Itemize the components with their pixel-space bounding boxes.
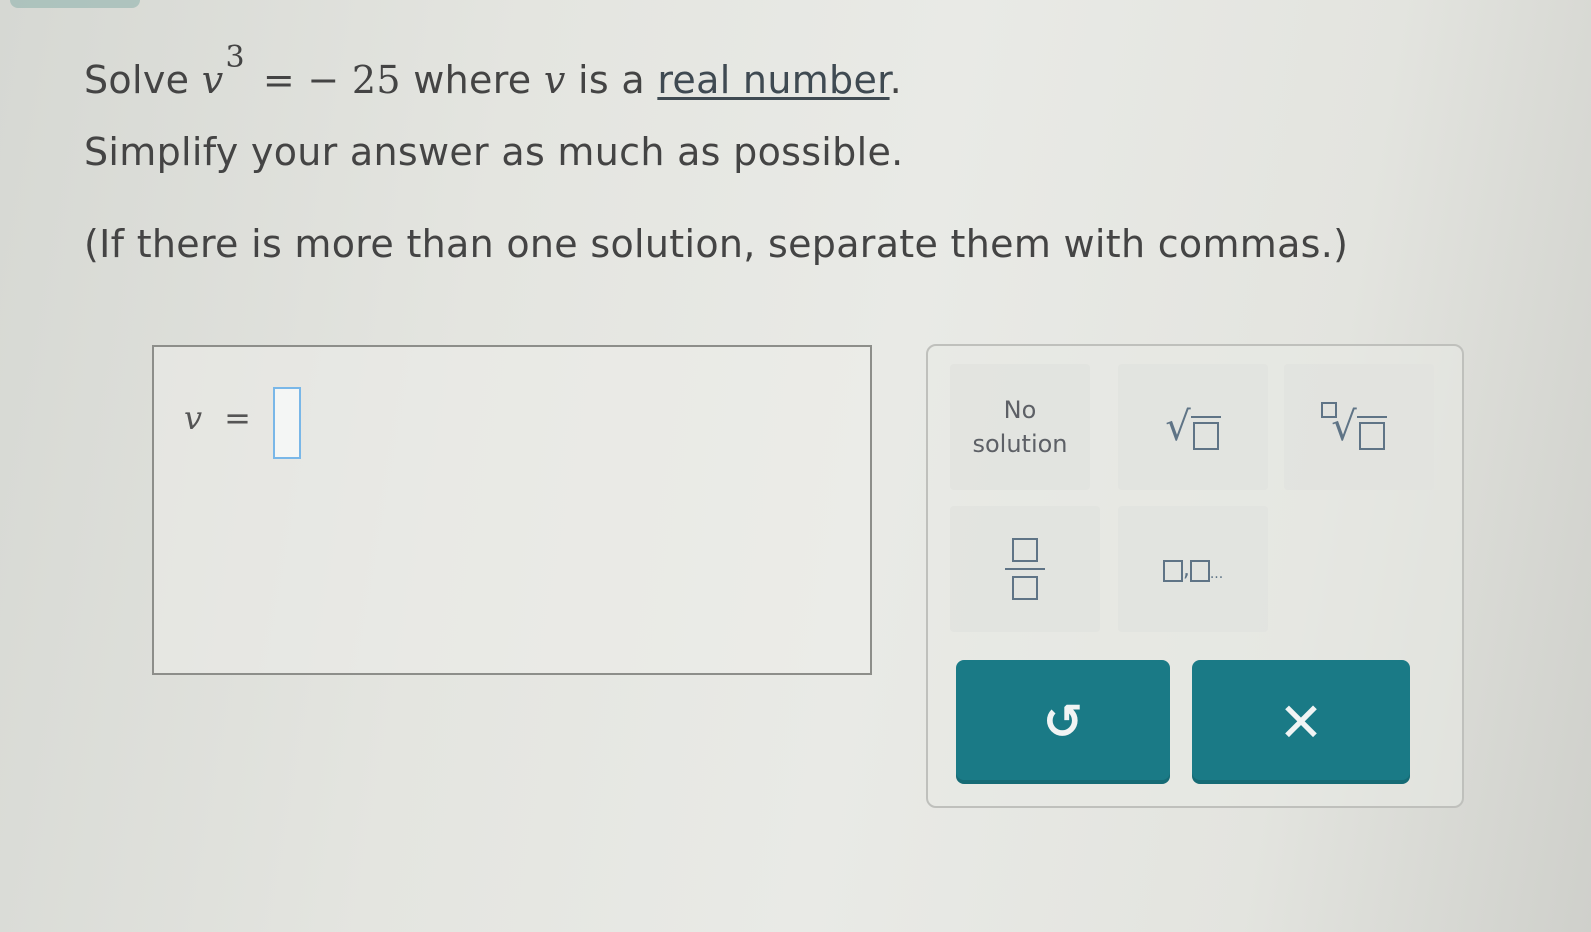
no-solution-label-line1: No <box>1003 396 1037 424</box>
answer-line: v = <box>184 377 301 459</box>
answer-equals: = <box>224 399 251 437</box>
index-box-icon <box>1321 402 1338 418</box>
note-text: (If there is more than one solution, sep… <box>84 222 1349 266</box>
is-a-label: is a <box>578 58 645 102</box>
equation: v3 = − 25 <box>201 40 414 102</box>
question-period: . <box>889 58 902 102</box>
list-box-icon <box>1162 559 1183 582</box>
list-button[interactable]: , ... <box>1118 506 1268 632</box>
denominator-box-icon <box>1012 576 1038 600</box>
math-keypad: No solution √ √ , ... ↺ ✕ <box>926 344 1464 808</box>
no-solution-label-line2: solution <box>972 430 1068 458</box>
question-line: Solve v3= − 25 where v is a real number. <box>84 40 902 102</box>
clear-button[interactable]: ✕ <box>1192 660 1410 784</box>
undo-icon: ↺ <box>1042 694 1084 750</box>
list-box-icon <box>1189 559 1210 582</box>
fraction-button[interactable] <box>950 506 1100 632</box>
list-ellipsis: ... <box>1209 565 1224 582</box>
equation-variable: v <box>201 58 224 102</box>
nth-root-button[interactable]: √ <box>1284 364 1434 490</box>
equation-rhs: = − 25 <box>262 58 401 102</box>
instruction-text: Simplify your answer as much as possible… <box>84 130 904 174</box>
square-root-button[interactable]: √ <box>1118 364 1268 490</box>
close-icon: ✕ <box>1278 690 1324 754</box>
no-solution-button[interactable]: No solution <box>950 364 1090 490</box>
square-root-icon: √ <box>1165 404 1221 450</box>
answer-input-slot[interactable] <box>272 387 301 459</box>
answer-box[interactable]: v = <box>152 345 872 675</box>
equation-exponent: 3 <box>225 40 245 75</box>
fraction-icon <box>1005 538 1045 600</box>
placeholder-box-icon <box>1358 422 1385 450</box>
where-variable: v <box>543 58 566 102</box>
undo-button[interactable]: ↺ <box>956 660 1170 784</box>
radical-sign: √ <box>1165 404 1191 450</box>
answer-variable: v <box>184 399 203 437</box>
solve-label: Solve <box>84 58 190 102</box>
list-comma: , <box>1182 556 1190 582</box>
placeholder-box-icon <box>1192 422 1219 450</box>
real-number-link[interactable]: real number <box>657 58 889 102</box>
numerator-box-icon <box>1012 538 1038 562</box>
nth-root-icon: √ <box>1321 402 1387 450</box>
top-tab-decoration <box>10 0 140 8</box>
list-icon: , ... <box>1162 556 1224 582</box>
where-label: where <box>413 58 532 102</box>
